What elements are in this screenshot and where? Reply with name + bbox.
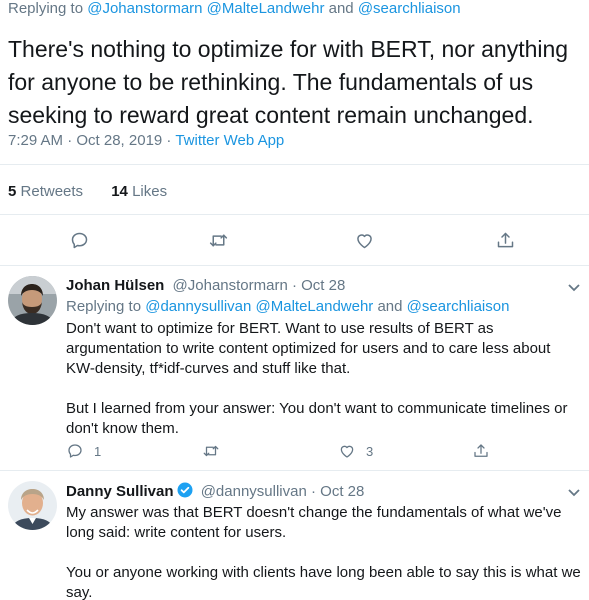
divider <box>0 164 589 165</box>
retweet-icon <box>209 234 227 246</box>
replying-to-last-handle[interactable]: @searchliaison <box>358 0 461 17</box>
reply-header: Danny Sullivan @dannysullivan · Oct 28 <box>66 482 364 500</box>
retweets-count: 5 <box>8 183 17 200</box>
chevron-down-icon <box>568 489 580 497</box>
replying-to-handles[interactable]: @Johanstormarn @MalteLandwehr <box>87 0 324 17</box>
replying-to-last-handle[interactable]: @searchliaison <box>407 298 510 315</box>
reply-text: Don't want to optimize for BERT. Want to… <box>66 319 581 439</box>
heart-icon <box>340 445 354 458</box>
replying-to-prefix: Replying to <box>66 298 142 315</box>
like-button[interactable]: 3 <box>338 441 373 461</box>
share-button[interactable] <box>472 441 490 461</box>
tweet-time[interactable]: 7:29 AM · Oct 28, 2019 · <box>8 132 171 149</box>
replying-to-handles[interactable]: @dannysullivan @MalteLandwehr <box>145 298 373 315</box>
avatar[interactable] <box>8 276 57 325</box>
replying-to-prefix: Replying to <box>8 0 84 17</box>
retweet-button[interactable] <box>206 228 230 252</box>
reply-paragraph: But I learned from your answer: You don'… <box>66 400 568 437</box>
author-name[interactable]: Danny Sullivan <box>66 483 174 500</box>
reply-button[interactable]: 1 <box>66 441 101 461</box>
more-options-button[interactable] <box>567 485 581 499</box>
divider <box>0 470 589 471</box>
divider <box>0 214 589 215</box>
likes-count: 14 <box>111 183 128 200</box>
share-icon <box>474 444 488 457</box>
reply-icon <box>68 444 82 458</box>
heart-icon <box>356 233 372 248</box>
chevron-down-icon <box>568 284 580 292</box>
reply-replying-to: Replying to @dannysullivan @MalteLandweh… <box>66 298 509 315</box>
replying-to-and: and <box>377 298 403 315</box>
author-handle[interactable]: @dannysullivan · Oct 28 <box>201 483 365 500</box>
replying-to-and: and <box>328 0 354 17</box>
retweets-stat[interactable]: 5 Retweets <box>8 183 83 200</box>
reply-paragraph: Don't want to optimize for BERT. Want to… <box>66 320 551 377</box>
reply-icon <box>71 232 87 248</box>
share-button[interactable] <box>493 228 517 252</box>
likes-label: Likes <box>132 183 168 200</box>
author-handle[interactable]: @Johanstormarn · Oct 28 <box>173 277 346 294</box>
divider <box>0 265 589 266</box>
avatar-photo <box>8 481 57 530</box>
reply-paragraph: You or anyone working with clients have … <box>66 564 581 600</box>
reply-text: My answer was that BERT doesn't change t… <box>66 503 581 600</box>
verified-badge-icon <box>177 482 193 498</box>
tweet-stats: 5 Retweets 14 Likes <box>8 183 167 200</box>
reply-header: Johan Hülsen @Johanstormarn · Oct 28 <box>66 277 345 294</box>
like-count: 3 <box>366 443 374 459</box>
avatar[interactable] <box>8 481 57 530</box>
reply-count: 1 <box>94 443 102 459</box>
retweet-button[interactable] <box>202 441 220 461</box>
retweets-label: Retweets <box>20 183 84 200</box>
share-icon <box>497 232 513 247</box>
main-tweet-text: There's nothing to optimize for with BER… <box>8 36 569 128</box>
author-name[interactable]: Johan Hülsen <box>66 277 164 294</box>
tweet-timestamp: 7:29 AM · Oct 28, 2019 · Twitter Web App <box>8 132 284 149</box>
avatar-photo <box>8 276 57 325</box>
reply-button[interactable] <box>67 228 91 252</box>
reply-paragraph: My answer was that BERT doesn't change t… <box>66 504 562 541</box>
main-replying-to: Replying to @Johanstormarn @MalteLandweh… <box>8 0 461 17</box>
retweet-icon <box>203 445 219 457</box>
likes-stat[interactable]: 14 Likes <box>111 183 167 200</box>
like-button[interactable] <box>352 228 376 252</box>
tweet-source[interactable]: Twitter Web App <box>175 132 284 149</box>
more-options-button[interactable] <box>567 280 581 294</box>
